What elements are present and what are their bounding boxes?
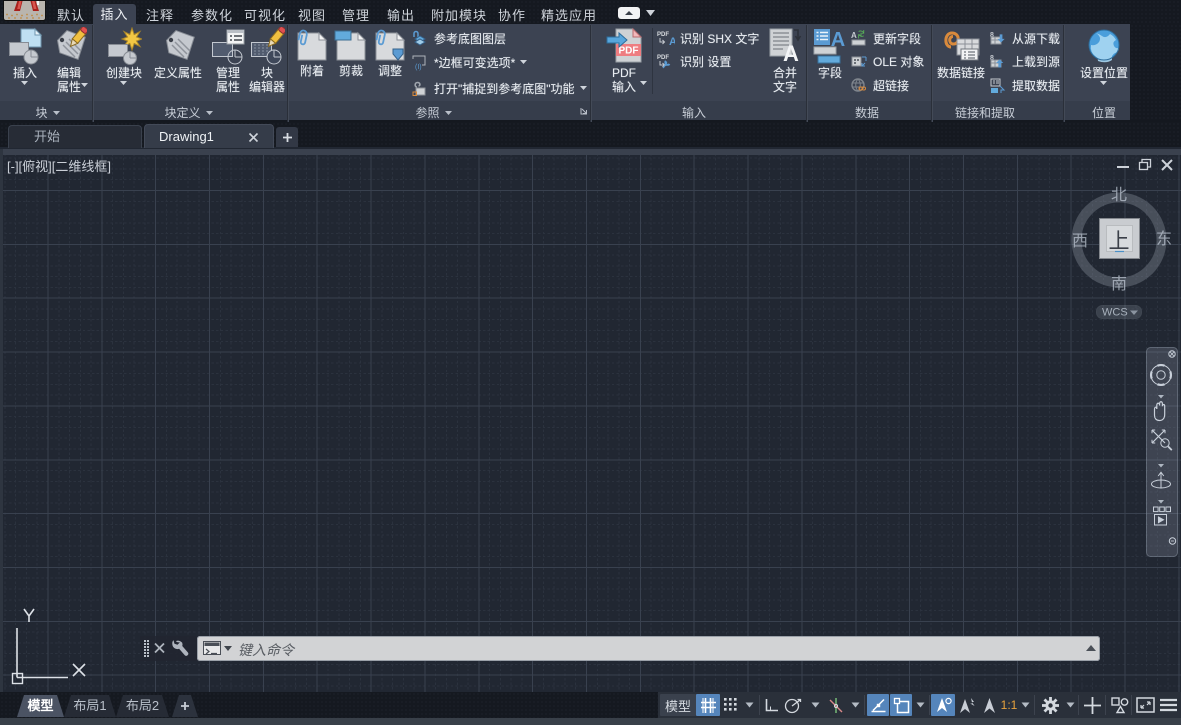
svg-text:上: 上 <box>1109 230 1130 253</box>
svg-text:北: 北 <box>1111 186 1127 204</box>
svg-text:A: A <box>851 31 857 40</box>
svg-text:(I): (I) <box>415 64 422 71</box>
svg-text:PDF: PDF <box>619 46 639 57</box>
svg-text:西: 西 <box>1072 233 1088 250</box>
svg-text:东: 东 <box>1156 230 1172 248</box>
svg-text:A: A <box>783 41 799 65</box>
svg-text:PDF: PDF <box>657 32 669 38</box>
svg-text:PDF: PDF <box>657 55 669 61</box>
svg-text:WCS: WCS <box>1102 307 1128 319</box>
svg-text:A: A <box>669 36 675 47</box>
svg-text:南: 南 <box>1111 275 1127 293</box>
